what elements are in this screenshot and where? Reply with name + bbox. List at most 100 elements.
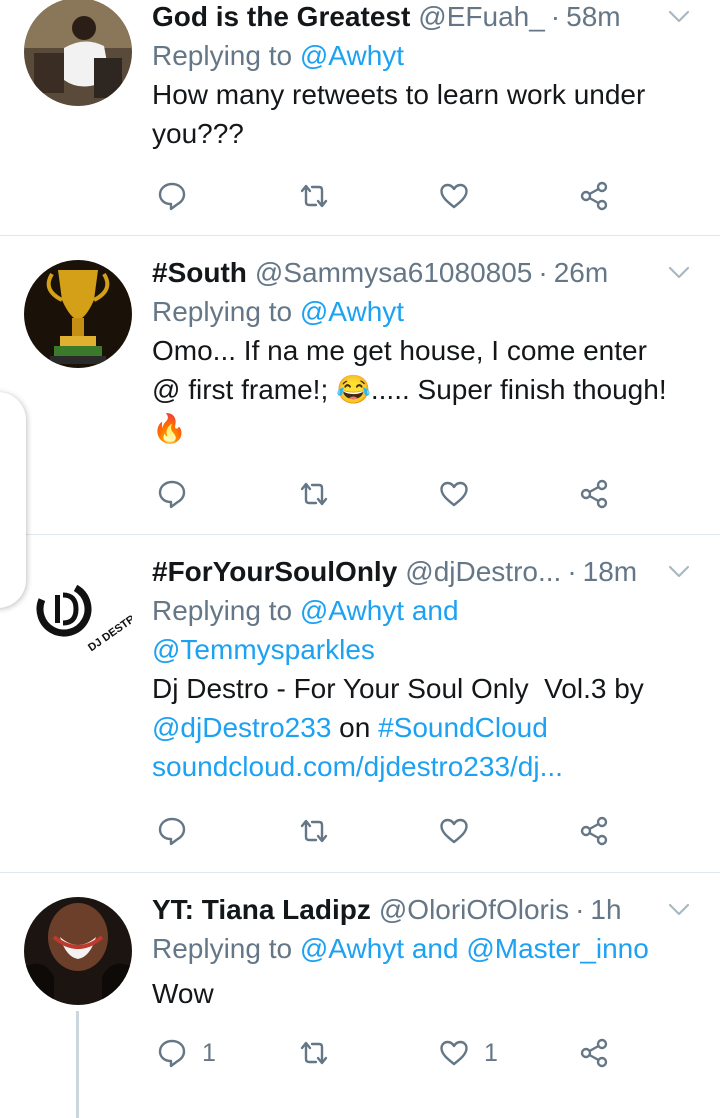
tweet-header: God is the Greatest @EFuah_ · 58m	[152, 0, 720, 34]
hashtag-link[interactable]: #SoundCloud	[378, 712, 548, 743]
avatar[interactable]	[24, 897, 132, 1005]
thread-line	[76, 1011, 79, 1118]
reply-icon	[156, 180, 188, 212]
chevron-down-icon[interactable]	[668, 266, 690, 280]
edge-panel-handle[interactable]	[0, 392, 26, 608]
reply-icon	[156, 1037, 188, 1069]
replying-to: Replying to @Awhyt and @Master_inno	[152, 929, 720, 968]
share-button[interactable]	[578, 811, 610, 851]
reply-button[interactable]	[156, 474, 202, 514]
avatar-logo-text: DJ DESTRO	[86, 608, 132, 654]
replying-to-prefix: Replying to	[152, 595, 293, 626]
share-icon	[578, 1037, 610, 1069]
mention-link[interactable]: @Awhyt	[300, 40, 404, 71]
tweet[interactable]: DJ DESTRO #ForYourSoulOnly @djDestro... …	[0, 535, 720, 873]
separator-dot: ·	[575, 894, 585, 925]
mention-link[interactable]: @Awhyt and	[300, 595, 459, 626]
retweet-icon	[298, 180, 330, 212]
tweet-header: #ForYourSoulOnly @djDestro... · 18m	[152, 555, 720, 589]
tweet-header: YT: Tiana Ladipz @OloriOfOloris · 1h	[152, 893, 720, 927]
replying-to-prefix: Replying to	[152, 40, 293, 71]
tweet-text: How many retweets to learn work under yo…	[152, 75, 720, 153]
tweet-text-line: How many retweets to learn work under	[152, 79, 646, 110]
replying-to-prefix: Replying to	[152, 933, 293, 964]
user-handle[interactable]: @djDestro...	[405, 555, 561, 589]
replying-to: Replying to @Awhyt and @Temmysparkles	[152, 591, 720, 669]
like-button[interactable]	[438, 811, 484, 851]
like-button[interactable]	[438, 474, 484, 514]
replying-to: Replying to @Awhyt	[152, 292, 720, 331]
retweet-icon	[298, 815, 330, 847]
like-count: 1	[484, 1038, 498, 1067]
heart-icon	[438, 180, 470, 212]
share-button[interactable]	[578, 474, 610, 514]
tweet[interactable]: #South @Sammysa61080805 · 26m Replying t…	[0, 236, 720, 535]
tweet-text-line: you???	[152, 118, 244, 149]
tweet-text: Omo... If na me get house, I come enter …	[152, 331, 720, 448]
reply-button[interactable]	[156, 811, 202, 851]
display-name[interactable]: #South	[152, 256, 247, 290]
tweet-text: Dj Destro - For Your Soul Only Vol.3 by …	[152, 669, 720, 786]
chevron-down-icon[interactable]	[668, 10, 690, 24]
retweet-button[interactable]	[298, 176, 330, 216]
like-button[interactable]	[438, 176, 484, 216]
retweet-icon	[298, 1037, 330, 1069]
like-button[interactable]: 1	[438, 1033, 498, 1073]
user-handle[interactable]: @OloriOfOloris	[379, 893, 569, 927]
reply-count: 1	[202, 1038, 216, 1067]
mention-link[interactable]: @Temmysparkles	[152, 630, 720, 669]
tweet-text-line: Wow	[152, 978, 214, 1009]
timestamp[interactable]: 58m	[566, 0, 620, 34]
separator-dot: ·	[538, 257, 548, 288]
chevron-down-icon[interactable]	[668, 565, 690, 579]
heart-icon	[438, 815, 470, 847]
display-name[interactable]: God is the Greatest	[152, 0, 410, 34]
retweet-button[interactable]	[298, 811, 330, 851]
retweet-icon	[298, 478, 330, 510]
retweet-button[interactable]	[298, 474, 330, 514]
display-name[interactable]: YT: Tiana Ladipz	[152, 893, 371, 927]
tweet-text-line: 🔥	[152, 413, 187, 444]
mention-link[interactable]: @Awhyt and @Master_inno	[300, 933, 649, 964]
tweet-text-fragment: on	[331, 712, 379, 743]
share-icon	[578, 478, 610, 510]
retweet-button[interactable]	[298, 1033, 330, 1073]
heart-icon	[438, 1037, 470, 1069]
tweet-text-line: Dj Destro - For Your Soul Only Vol.3 by	[152, 673, 644, 704]
reply-button[interactable]: 1	[156, 1033, 216, 1073]
tweet-text-line: Omo... If na me get house, I come enter	[152, 335, 647, 366]
heart-icon	[438, 478, 470, 510]
share-icon	[578, 815, 610, 847]
reply-icon	[156, 478, 188, 510]
user-handle[interactable]: @Sammysa61080805	[255, 256, 532, 290]
timestamp[interactable]: 26m	[554, 256, 608, 290]
tweet-header: #South @Sammysa61080805 · 26m	[152, 256, 720, 290]
separator-dot: ·	[567, 556, 577, 587]
user-handle[interactable]: @EFuah_	[418, 0, 545, 34]
timestamp[interactable]: 1h	[590, 893, 621, 927]
share-button[interactable]	[578, 1033, 610, 1073]
share-icon	[578, 180, 610, 212]
timestamp[interactable]: 18m	[583, 555, 637, 589]
tweet-actions: 1 1	[152, 1033, 622, 1073]
tweet[interactable]: YT: Tiana Ladipz @OloriOfOloris · 1h Rep…	[0, 873, 720, 1118]
mention-link[interactable]: @djDestro233	[152, 712, 331, 743]
tweet-actions	[152, 176, 622, 216]
tweet-actions	[152, 811, 622, 851]
avatar[interactable]: DJ DESTRO	[24, 561, 132, 669]
reply-button[interactable]	[156, 176, 202, 216]
avatar[interactable]	[24, 260, 132, 368]
share-button[interactable]	[578, 176, 610, 216]
url-link[interactable]: soundcloud.com/djdestro233/dj...	[152, 747, 720, 786]
tweet-text-line: @ first frame!; 😂..... Super finish thou…	[152, 374, 667, 405]
separator-dot: ·	[550, 1, 561, 32]
display-name[interactable]: #ForYourSoulOnly	[152, 555, 397, 589]
avatar[interactable]	[24, 0, 132, 106]
mention-link[interactable]: @Awhyt	[300, 296, 404, 327]
tweet-text: Wow	[152, 974, 720, 1013]
chevron-down-icon[interactable]	[668, 903, 690, 917]
tweet[interactable]: God is the Greatest @EFuah_ · 58m Replyi…	[0, 0, 720, 236]
replying-to-prefix: Replying to	[152, 296, 293, 327]
reply-icon	[156, 815, 188, 847]
replying-to: Replying to @Awhyt	[152, 36, 720, 75]
